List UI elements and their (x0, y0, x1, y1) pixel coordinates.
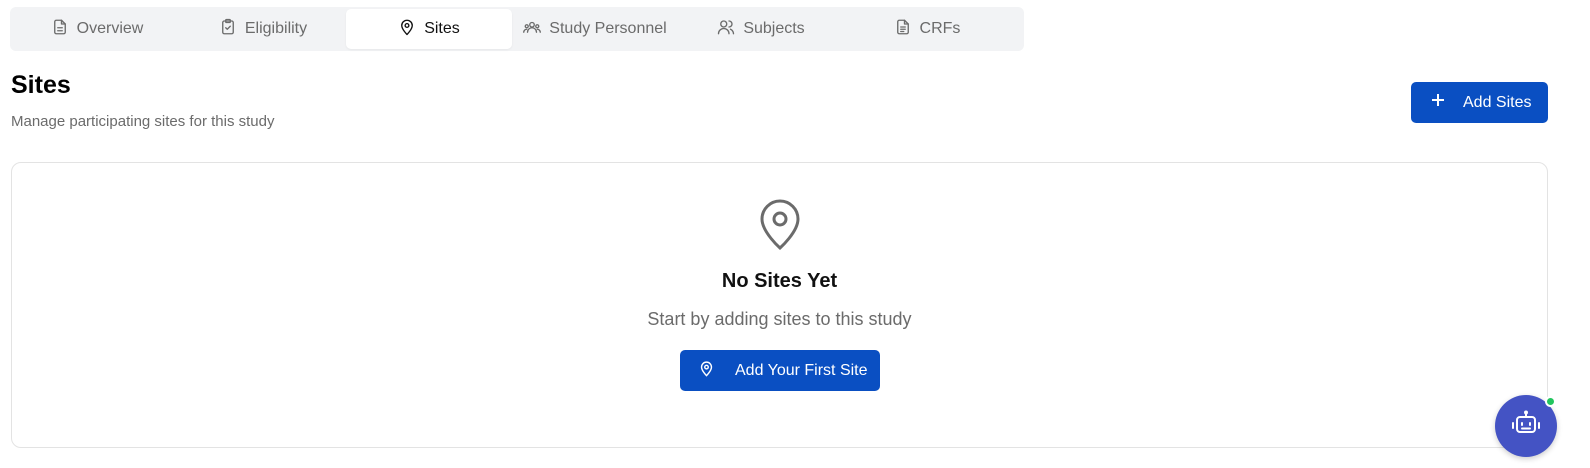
map-pin-icon (698, 360, 715, 382)
page-title: Sites (11, 71, 71, 99)
tab-crfs[interactable]: CRFs (844, 9, 1010, 49)
add-sites-button[interactable]: Add Sites (1411, 82, 1548, 123)
document-icon (51, 18, 69, 41)
online-status-dot (1545, 396, 1556, 407)
tab-label: Study Personnel (549, 20, 667, 37)
tab-label: Eligibility (244, 20, 308, 37)
people-group-icon (523, 18, 542, 41)
plus-icon (1431, 93, 1445, 112)
tab-study-personnel[interactable]: Study Personnel (512, 9, 678, 49)
tab-bar: Overview Eligibility Sites Study Personn… (10, 7, 1024, 51)
tab-label: Sites (424, 20, 460, 37)
sites-empty-state-card: No Sites Yet Start by adding sites to th… (11, 162, 1548, 448)
tab-overview[interactable]: Overview (14, 9, 180, 49)
map-pin-icon (398, 18, 416, 41)
tab-label: CRFs (919, 20, 961, 37)
map-pin-icon (758, 197, 802, 251)
empty-state-title: No Sites Yet (721, 270, 838, 292)
tab-sites[interactable]: Sites (346, 9, 512, 49)
clipboard-check-icon (219, 18, 237, 41)
users-icon (717, 18, 735, 41)
add-sites-label: Add Sites (1463, 93, 1532, 111)
empty-state-description: Start by adding sites to this study (647, 309, 912, 329)
tab-label: Overview (76, 20, 144, 37)
tab-subjects[interactable]: Subjects (678, 9, 844, 49)
add-first-site-button[interactable]: Add Your First Site (680, 350, 880, 391)
tab-eligibility[interactable]: Eligibility (180, 9, 346, 49)
tab-label: Subjects (743, 20, 805, 37)
add-first-site-label: Add Your First Site (735, 361, 868, 379)
file-text-icon (894, 18, 912, 41)
robot-icon (1511, 409, 1541, 444)
page-subtitle: Manage participating sites for this stud… (11, 113, 275, 130)
